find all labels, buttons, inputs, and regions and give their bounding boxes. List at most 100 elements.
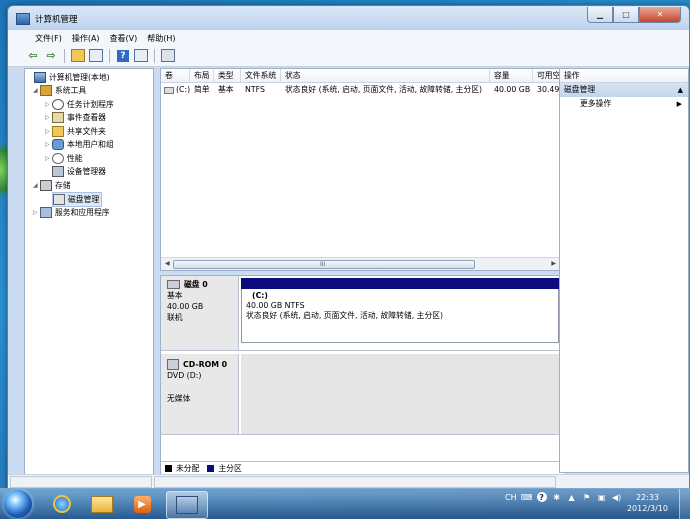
tree-twisty[interactable]: ◢: [33, 87, 40, 94]
menu-help[interactable]: 帮助(H): [142, 30, 180, 45]
tree-item-label: 服务和应用程序: [55, 208, 110, 217]
column-layout[interactable]: 布局: [190, 69, 214, 82]
status-bar: [8, 474, 689, 488]
column-volume[interactable]: 卷: [161, 69, 190, 82]
keyboard-icon[interactable]: ⌨: [521, 492, 533, 502]
clock-time: 22:33: [635, 493, 660, 502]
up-folder-icon[interactable]: [70, 48, 86, 64]
taskbar-computer-management[interactable]: [166, 491, 208, 519]
volume-list-header: 卷 布局 类型 文件系统 状态 容量 可用空: [161, 69, 560, 83]
primary-partition-bar: [241, 278, 559, 289]
tree-item-shared-folders[interactable]: ▷ 共享文件夹: [45, 125, 106, 138]
free-cell: 30.49: [537, 85, 560, 94]
tree-twisty[interactable]: ▷: [45, 128, 52, 135]
partition-c[interactable]: (C:) 40.00 GB NTFS 状态良好 (系统, 启动, 页面文件, 活…: [241, 278, 559, 346]
cdrom-name: CD-ROM 0: [183, 360, 228, 369]
tree-twisty[interactable]: ◢: [33, 182, 40, 189]
minimize-button[interactable]: ▁: [587, 7, 613, 23]
disk-0-label[interactable]: 磁盘 0 基本 40.00 GB 联机: [161, 276, 239, 350]
column-capacity[interactable]: 容量: [490, 69, 533, 82]
more-actions-item[interactable]: 更多操作 ▶: [560, 97, 688, 111]
title-bar[interactable]: 计算机管理 ▁ □ ✕: [8, 6, 689, 30]
column-free[interactable]: 可用空: [533, 69, 560, 82]
volume-list: 卷 布局 类型 文件系统 状态 容量 可用空 (C:) 简单 基本 NTFS 状…: [160, 68, 561, 271]
tree-twisty[interactable]: ▷: [45, 141, 52, 148]
legend-unallocated: 未分配: [176, 463, 200, 473]
show-hide-tree-icon[interactable]: [88, 48, 104, 64]
clock[interactable]: 22:33 2012/3/10: [627, 492, 668, 514]
scroll-thumb[interactable]: III: [173, 260, 475, 269]
tree-item-performance[interactable]: ▷ 性能: [45, 152, 83, 165]
taskbar-explorer[interactable]: [82, 491, 122, 517]
submenu-arrow-icon: ▶: [676, 100, 682, 108]
close-button[interactable]: ✕: [639, 7, 681, 23]
capacity-cell: 40.00 GB: [494, 85, 531, 94]
input-language-indicator[interactable]: CH: [505, 493, 517, 502]
disk-graphical-view: 磁盘 0 基本 40.00 GB 联机 (C:) 40.00 GB NTFS 状…: [160, 275, 564, 475]
tree-twisty[interactable]: ▷: [45, 114, 52, 121]
taskbar-media-player[interactable]: ▶: [122, 491, 162, 517]
device-manager-icon: [52, 166, 64, 177]
forward-icon[interactable]: ⇨: [43, 48, 59, 64]
scroll-left-icon[interactable]: ◀: [165, 260, 170, 267]
layout-cell: 简单: [194, 85, 210, 94]
disk-list-icon[interactable]: [160, 48, 176, 64]
status-cell: [10, 476, 152, 488]
collapse-icon[interactable]: ▲: [678, 83, 683, 97]
actions-header: 操作: [560, 69, 688, 83]
column-status[interactable]: 状态: [281, 69, 490, 82]
settings-icon[interactable]: ✱: [552, 492, 562, 502]
volume-icon[interactable]: ◀): [612, 492, 622, 502]
folder-icon: [91, 495, 113, 513]
clock-icon: [52, 99, 64, 110]
cdrom-0-label[interactable]: CD-ROM 0 DVD (D:) 无媒体: [161, 354, 239, 434]
tree-item-label: 存储: [55, 181, 71, 190]
close-icon: ✕: [656, 10, 664, 19]
help-icon[interactable]: ?: [536, 492, 547, 502]
scroll-right-icon[interactable]: ▶: [551, 260, 556, 267]
console-tree: 计算机管理(本地) ◢ 系统工具 ▷ 任务计划程序 ▷ 事件查看器 ▷ 共享文件…: [24, 68, 154, 475]
tree-item-task-scheduler[interactable]: ▷ 任务计划程序: [45, 98, 114, 111]
start-button[interactable]: [4, 490, 32, 518]
disk-0-row[interactable]: 磁盘 0 基本 40.00 GB 联机 (C:) 40.00 GB NTFS 状…: [161, 276, 560, 351]
column-filesystem[interactable]: 文件系统: [241, 69, 281, 82]
tree-item-device-manager[interactable]: 设备管理器: [45, 165, 106, 178]
horizontal-scrollbar[interactable]: ◀ III ▶: [161, 257, 560, 270]
taskbar-internet-explorer[interactable]: [42, 491, 82, 517]
volume-name: (C:): [176, 85, 190, 94]
tree-item-event-viewer[interactable]: ▷ 事件查看器: [45, 111, 106, 124]
show-hidden-icons[interactable]: ▲: [567, 492, 577, 502]
tree-item-system-tools[interactable]: ◢ 系统工具: [33, 84, 86, 97]
tree-item-computer-management[interactable]: 计算机管理(本地): [27, 71, 110, 84]
properties-icon[interactable]: [133, 48, 149, 64]
maximize-button[interactable]: □: [613, 7, 639, 23]
unallocated-swatch: [165, 464, 172, 472]
tree-item-disk-management[interactable]: 磁盘管理: [52, 192, 103, 207]
partition-details: (C:) 40.00 GB NTFS 状态良好 (系统, 启动, 页面文件, 活…: [241, 289, 559, 343]
column-type[interactable]: 类型: [214, 69, 241, 82]
menu-file[interactable]: 文件(F): [30, 30, 67, 45]
disk-size: 40.00 GB: [167, 302, 204, 311]
tree-item-storage[interactable]: ◢ 存储: [33, 179, 71, 192]
services-icon: [40, 207, 52, 218]
actions-section-disk-management[interactable]: 磁盘管理 ▲: [560, 83, 688, 97]
network-icon[interactable]: ▣: [597, 492, 607, 502]
menu-action[interactable]: 操作(A): [67, 30, 105, 45]
more-actions-label: 更多操作: [580, 99, 612, 108]
action-center-flag-icon[interactable]: ⚑: [582, 492, 592, 502]
tree-twisty[interactable]: ▷: [45, 101, 52, 108]
tree-item-local-users[interactable]: ▷ 本地用户和组: [45, 138, 114, 151]
menu-view[interactable]: 查看(V): [105, 30, 143, 45]
tree-item-label: 系统工具: [55, 86, 87, 95]
help-icon[interactable]: ?: [115, 48, 131, 64]
clock-date: 2012/3/10: [626, 504, 668, 513]
tree-twisty[interactable]: ▷: [45, 155, 52, 162]
show-desktop-button[interactable]: [679, 489, 690, 519]
tree-item-services-applications[interactable]: ▷ 服务和应用程序: [33, 206, 110, 219]
partition-size: 40.00 GB NTFS: [246, 301, 305, 310]
cdrom-0-row[interactable]: CD-ROM 0 DVD (D:) 无媒体: [161, 354, 560, 435]
actions-section-label: 磁盘管理: [564, 85, 596, 94]
tree-twisty[interactable]: ▷: [33, 209, 40, 216]
back-icon[interactable]: ⇦: [25, 48, 41, 64]
